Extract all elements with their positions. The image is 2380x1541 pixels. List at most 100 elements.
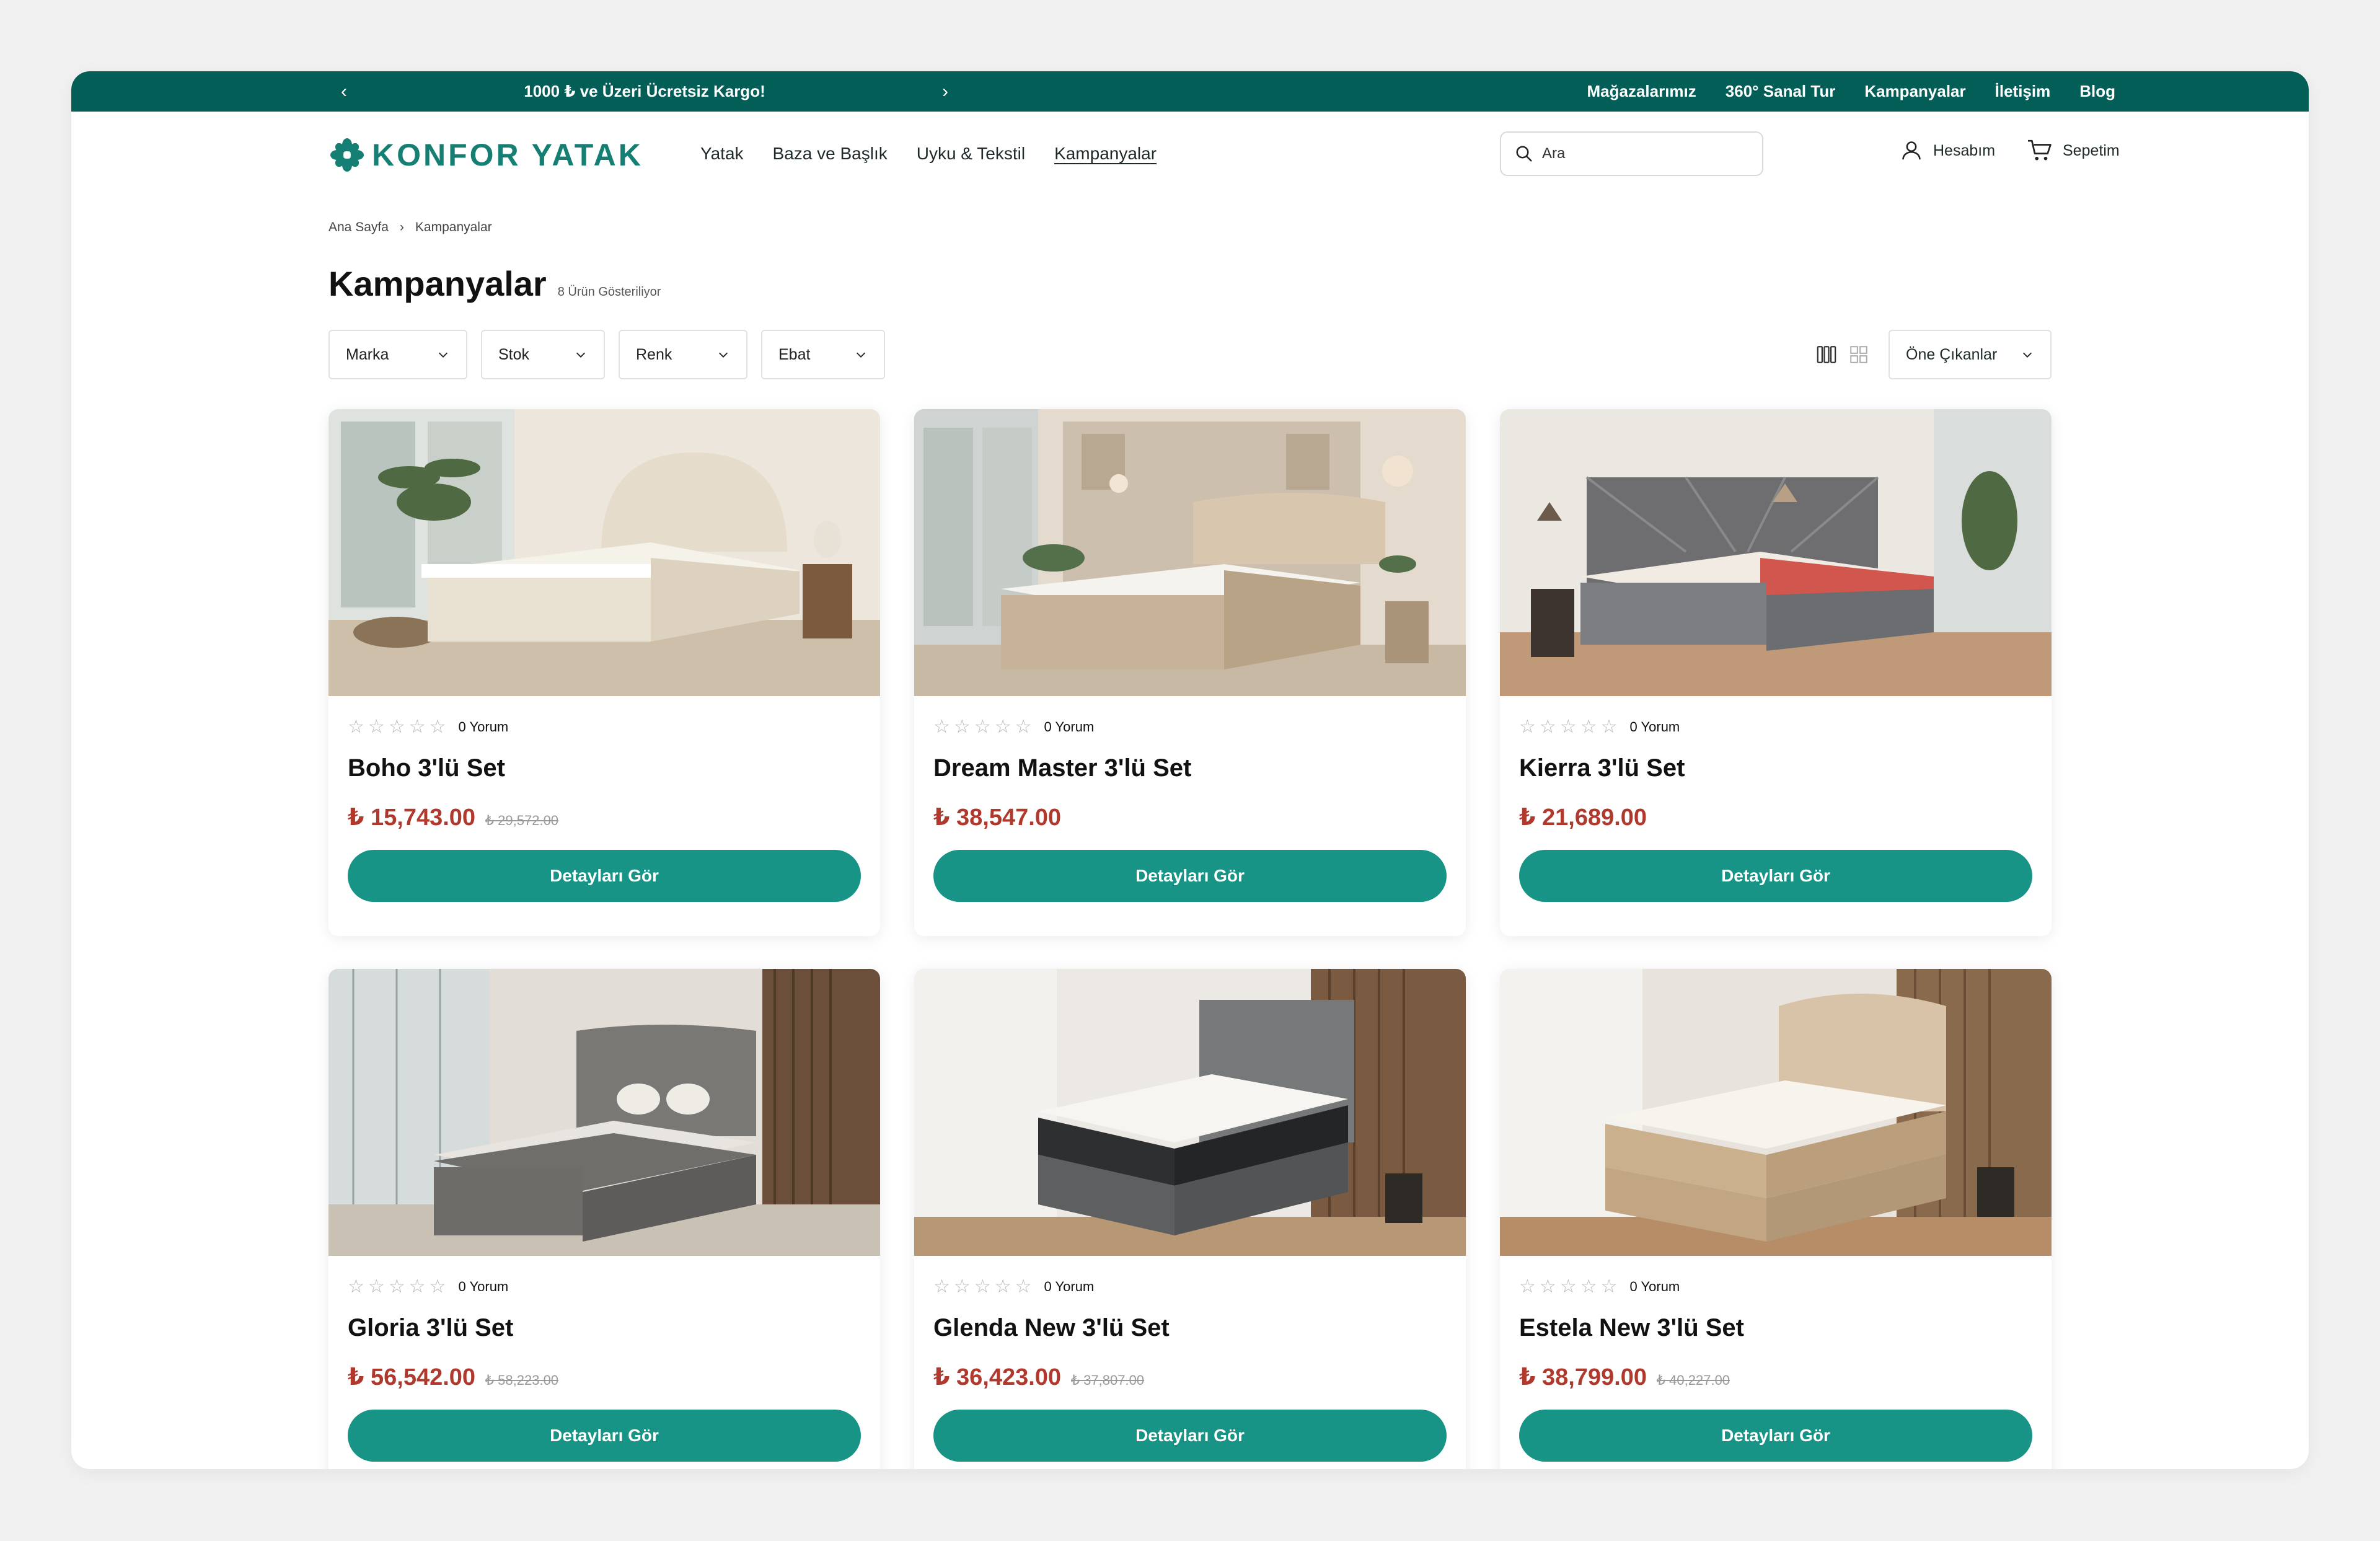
- star-icon: ☆: [408, 717, 426, 737]
- product-image[interactable]: [328, 969, 880, 1256]
- toplink-blog[interactable]: Blog: [2079, 82, 2115, 101]
- cart-link[interactable]: Sepetim: [2027, 139, 2120, 162]
- filter-bar: Marka Stok Renk Ebat: [328, 330, 885, 379]
- site-header: KONFOR YATAK Yatak Baza ve Başlık Uyku &…: [328, 112, 2120, 198]
- review-count: 0 Yorum: [458, 719, 509, 735]
- product-card[interactable]: ☆ ☆ ☆ ☆ ☆ 0 Yorum Estela New 3'lü Set ₺ 38,7…: [1500, 969, 2052, 1469]
- star-rating: ☆ ☆ ☆ ☆ ☆: [348, 1278, 446, 1296]
- product-price: ₺ 38,799.00 ₺ 40,227.00: [1519, 1363, 2032, 1391]
- account-label: Hesabım: [1933, 141, 1996, 159]
- star-icon: ☆: [1559, 1276, 1577, 1297]
- promo-text: 1000 ₺ ve Üzeri Ücretsiz Kargo!: [524, 82, 765, 100]
- old-price: ₺ 29,572.00: [485, 813, 559, 828]
- filter-label: Renk: [636, 345, 672, 363]
- review-count: 0 Yorum: [458, 1279, 509, 1294]
- chevron-left-icon[interactable]: ‹: [328, 81, 359, 102]
- nav-item-baza[interactable]: Baza ve Başlık: [773, 144, 888, 164]
- grid-view-icon[interactable]: [1848, 344, 1869, 365]
- details-button[interactable]: Detayları Gör: [1519, 850, 2032, 902]
- current-price: ₺ 38,799.00: [1519, 1364, 1647, 1390]
- star-icon: ☆: [953, 717, 971, 737]
- star-rating: ☆ ☆ ☆ ☆ ☆: [1519, 1278, 1618, 1296]
- filter-label: Ebat: [778, 345, 811, 363]
- sort-select[interactable]: Öne Çıkanlar: [1889, 330, 2052, 379]
- toplink-virtual-tour[interactable]: 360° Sanal Tur: [1726, 82, 1836, 101]
- details-button[interactable]: Detayları Gör: [1519, 1410, 2032, 1462]
- product-count: 8 Ürün Gösteriliyor: [557, 285, 661, 299]
- product-name[interactable]: Estela New 3'lü Set: [1519, 1314, 2032, 1342]
- search-input[interactable]: [1542, 145, 1728, 162]
- filter-label: Marka: [346, 345, 389, 363]
- star-icon: ☆: [933, 1276, 950, 1297]
- nav-item-yatak[interactable]: Yatak: [700, 144, 744, 164]
- search-icon: [1516, 146, 1532, 162]
- breadcrumb-home[interactable]: Ana Sayfa: [328, 220, 389, 235]
- product-rating: ☆ ☆ ☆ ☆ ☆ 0 Yorum: [933, 1274, 1447, 1299]
- star-icon: ☆: [1015, 1276, 1032, 1297]
- star-icon: ☆: [1519, 1276, 1536, 1297]
- product-card[interactable]: ☆ ☆ ☆ ☆ ☆ 0 Yorum Boho 3'lü Set ₺ 15,743.00 …: [328, 409, 880, 936]
- star-icon: ☆: [974, 1276, 991, 1297]
- old-price: ₺ 40,227.00: [1657, 1372, 1730, 1388]
- star-icon: ☆: [429, 1276, 446, 1297]
- chevron-down-icon: [718, 352, 728, 358]
- site-logo[interactable]: KONFOR YATAK: [328, 136, 643, 174]
- top-links: Mağazalarımız 360° Sanal Tur Kampanyalar…: [1587, 71, 2115, 112]
- star-rating: ☆ ☆ ☆ ☆ ☆: [933, 1278, 1032, 1296]
- filter-renk[interactable]: Renk: [619, 330, 747, 379]
- details-button[interactable]: Detayları Gör: [933, 850, 1447, 902]
- toplink-campaigns[interactable]: Kampanyalar: [1864, 82, 1965, 101]
- current-price: ₺ 15,743.00: [348, 805, 476, 831]
- product-image[interactable]: [1500, 969, 2052, 1256]
- page-heading: Kampanyalar 8 Ürün Gösteriliyor: [328, 263, 661, 304]
- star-icon: ☆: [1580, 717, 1597, 737]
- details-button[interactable]: Detayları Gör: [348, 850, 861, 902]
- star-icon: ☆: [953, 1276, 971, 1297]
- details-button[interactable]: Detayları Gör: [348, 1410, 861, 1462]
- star-icon: ☆: [1539, 717, 1556, 737]
- review-count: 0 Yorum: [1629, 719, 1680, 735]
- product-image[interactable]: [914, 409, 1466, 696]
- page-title: Kampanyalar: [328, 264, 547, 303]
- cart-icon: [2028, 139, 2052, 161]
- product-price: ₺ 38,547.00: [933, 803, 1447, 831]
- product-name[interactable]: Dream Master 3'lü Set: [933, 754, 1447, 782]
- account-link[interactable]: Hesabım: [1900, 139, 1995, 162]
- product-image[interactable]: [914, 969, 1466, 1256]
- nav-item-uyku-tekstil[interactable]: Uyku & Tekstil: [917, 144, 1025, 164]
- current-price: ₺ 38,547.00: [933, 805, 1062, 831]
- product-name[interactable]: Kierra 3'lü Set: [1519, 754, 2032, 782]
- product-card[interactable]: ☆ ☆ ☆ ☆ ☆ 0 Yorum Dream Master 3'lü Set ₺ 38…: [914, 409, 1466, 936]
- nav-item-kampanyalar[interactable]: Kampanyalar: [1054, 144, 1157, 164]
- star-icon: ☆: [408, 1276, 426, 1297]
- product-card[interactable]: ☆ ☆ ☆ ☆ ☆ 0 Yorum Kierra 3'lü Set ₺ 21,689.0…: [1500, 409, 2052, 936]
- filter-stok[interactable]: Stok: [481, 330, 605, 379]
- toplink-contact[interactable]: İletişim: [1995, 82, 2051, 101]
- product-card[interactable]: ☆ ☆ ☆ ☆ ☆ 0 Yorum Gloria 3'lü Set ₺ 56,542.0…: [328, 969, 880, 1469]
- filter-marka[interactable]: Marka: [328, 330, 467, 379]
- star-icon: ☆: [1559, 717, 1577, 737]
- product-name[interactable]: Glenda New 3'lü Set: [933, 1314, 1447, 1342]
- breadcrumb: Ana Sayfa › Kampanyalar: [328, 220, 492, 235]
- toplink-stores[interactable]: Mağazalarımız: [1587, 82, 1696, 101]
- chevron-right-icon[interactable]: ›: [930, 81, 961, 102]
- old-price: ₺ 37,807.00: [1071, 1372, 1145, 1388]
- product-image[interactable]: [328, 409, 880, 696]
- product-name[interactable]: Boho 3'lü Set: [348, 754, 861, 782]
- filter-label: Stok: [498, 345, 530, 363]
- announcement-bar: ‹ 1000 ₺ ve Üzeri Ücretsiz Kargo! › Mağa…: [71, 71, 2309, 112]
- search-box[interactable]: [1500, 131, 1763, 176]
- chevron-down-icon: [438, 352, 448, 358]
- product-card[interactable]: ☆ ☆ ☆ ☆ ☆ 0 Yorum Glenda New 3'lü Set ₺ 36,4…: [914, 969, 1466, 1469]
- star-icon: ☆: [388, 1276, 405, 1297]
- cart-label: Sepetim: [2063, 141, 2120, 159]
- three-column-view-icon[interactable]: [1816, 344, 1837, 365]
- details-button[interactable]: Detayları Gör: [933, 1410, 1447, 1462]
- star-icon: ☆: [1600, 1276, 1618, 1297]
- star-icon: ☆: [1580, 1276, 1597, 1297]
- review-count: 0 Yorum: [1044, 1279, 1095, 1294]
- product-name[interactable]: Gloria 3'lü Set: [348, 1314, 861, 1342]
- filter-ebat[interactable]: Ebat: [761, 330, 885, 379]
- star-icon: ☆: [974, 717, 991, 737]
- product-image[interactable]: [1500, 409, 2052, 696]
